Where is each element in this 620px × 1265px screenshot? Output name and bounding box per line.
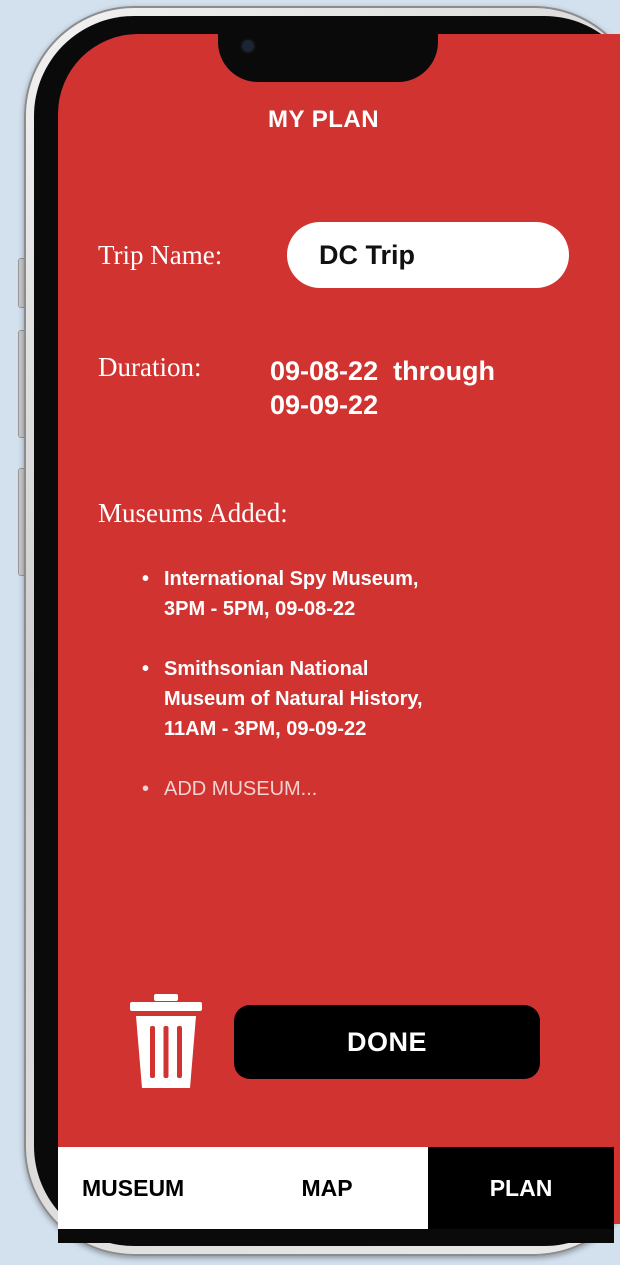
trip-name-input[interactable] bbox=[287, 222, 569, 288]
duration-start: 09-08-22 through bbox=[270, 356, 496, 386]
duration-label: Duration: bbox=[98, 352, 202, 382]
duration-value: 09-08-22 through 09-09-22 bbox=[270, 354, 570, 422]
museum-name: International Spy Museum, bbox=[164, 568, 419, 590]
bezel-bottom bbox=[58, 1229, 614, 1243]
tab-museum[interactable]: MUSEUM bbox=[58, 1147, 226, 1229]
duration-end: 09-09-22 bbox=[270, 390, 379, 420]
add-museum-link[interactable]: ADD MUSEUM... bbox=[140, 774, 520, 804]
front-camera bbox=[242, 40, 254, 52]
bottom-tab-bar: MUSEUM MAP PLAN bbox=[58, 1147, 614, 1229]
done-button[interactable]: DONE bbox=[234, 1005, 540, 1079]
museum-list: International Spy Museum, 3PM - 5PM, 09-… bbox=[140, 564, 520, 834]
device-mockup: MY PLAN Trip Name: Duration: 09-08-22 th… bbox=[0, 0, 620, 1265]
add-museum-label: ADD MUSEUM... bbox=[164, 778, 318, 800]
trash-icon[interactable] bbox=[126, 994, 206, 1090]
tab-map[interactable]: MAP bbox=[226, 1147, 428, 1229]
museum-list-item[interactable]: International Spy Museum, 3PM - 5PM, 09-… bbox=[140, 564, 520, 624]
museum-list-item[interactable]: Smithsonian National Museum of Natural H… bbox=[140, 654, 520, 744]
tab-plan[interactable]: PLAN bbox=[428, 1147, 614, 1229]
trip-name-label: Trip Name: bbox=[98, 240, 223, 270]
museums-added-label: Museums Added: bbox=[98, 498, 288, 528]
museum-schedule: 11AM - 3PM, 09-09-22 bbox=[164, 718, 367, 740]
museum-name-continued: Museum of Natural History, bbox=[164, 688, 423, 710]
museum-name: Smithsonian National bbox=[164, 658, 369, 680]
page-title: MY PLAN bbox=[268, 106, 380, 133]
museum-schedule: 3PM - 5PM, 09-08-22 bbox=[164, 598, 356, 620]
